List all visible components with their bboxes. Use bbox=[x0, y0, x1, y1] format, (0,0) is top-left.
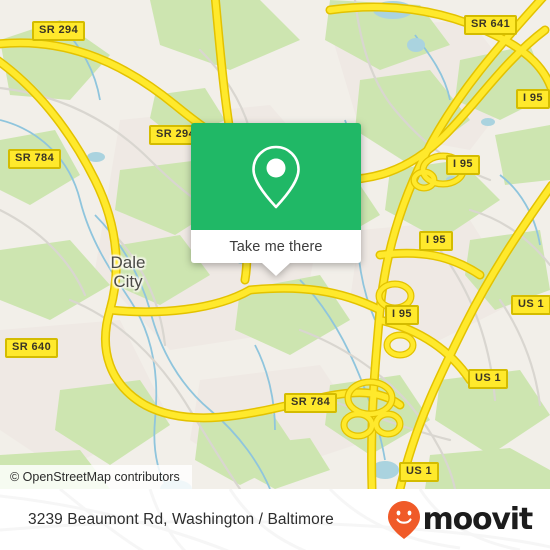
footer-bar: 3239 Beaumont Rd, Washington / Baltimore… bbox=[0, 489, 550, 550]
moovit-smiley-pin-icon bbox=[387, 500, 420, 539]
map-viewport[interactable]: Dale City SR 294 SR 641 SR 294 SR 784 I … bbox=[0, 0, 550, 489]
moovit-wordmark: moovit bbox=[422, 501, 534, 537]
moovit-map-screenshot: Dale City SR 294 SR 641 SR 294 SR 784 I … bbox=[0, 0, 550, 550]
road-shield-i-95-lower[interactable]: I 95 bbox=[385, 305, 419, 325]
popup-pointer-arrow bbox=[262, 263, 290, 276]
location-popup-card[interactable]: Take me there bbox=[191, 123, 361, 276]
location-address-label: 3239 Beaumont Rd, Washington / Baltimore bbox=[28, 510, 334, 528]
map-attribution[interactable]: © OpenStreetMap contributors bbox=[0, 465, 192, 489]
moovit-logo[interactable]: moovit bbox=[387, 500, 534, 540]
popup-icon-panel bbox=[191, 123, 361, 230]
road-shield-us-1-right[interactable]: US 1 bbox=[511, 295, 550, 315]
road-shield-sr-294-northwest[interactable]: SR 294 bbox=[32, 21, 86, 41]
road-shield-i-95-center[interactable]: I 95 bbox=[419, 231, 453, 251]
map-pin-icon bbox=[252, 145, 300, 208]
popup-action-panel[interactable]: Take me there bbox=[191, 230, 361, 276]
road-shield-i-95-upper[interactable]: I 95 bbox=[446, 155, 480, 175]
road-shield-us-1-center[interactable]: US 1 bbox=[468, 369, 509, 389]
take-me-there-label: Take me there bbox=[229, 238, 323, 255]
road-shield-us-1-bottom[interactable]: US 1 bbox=[399, 462, 440, 482]
footer-content: 3239 Beaumont Rd, Washington / Baltimore… bbox=[0, 489, 550, 550]
road-shield-sr-640[interactable]: SR 640 bbox=[5, 338, 59, 358]
road-shield-sr-784-south[interactable]: SR 784 bbox=[284, 393, 338, 413]
road-shield-i-95-mid[interactable]: I 95 bbox=[516, 89, 550, 109]
road-shield-sr-641[interactable]: SR 641 bbox=[464, 15, 518, 35]
road-shield-sr-784-west[interactable]: SR 784 bbox=[8, 149, 62, 169]
